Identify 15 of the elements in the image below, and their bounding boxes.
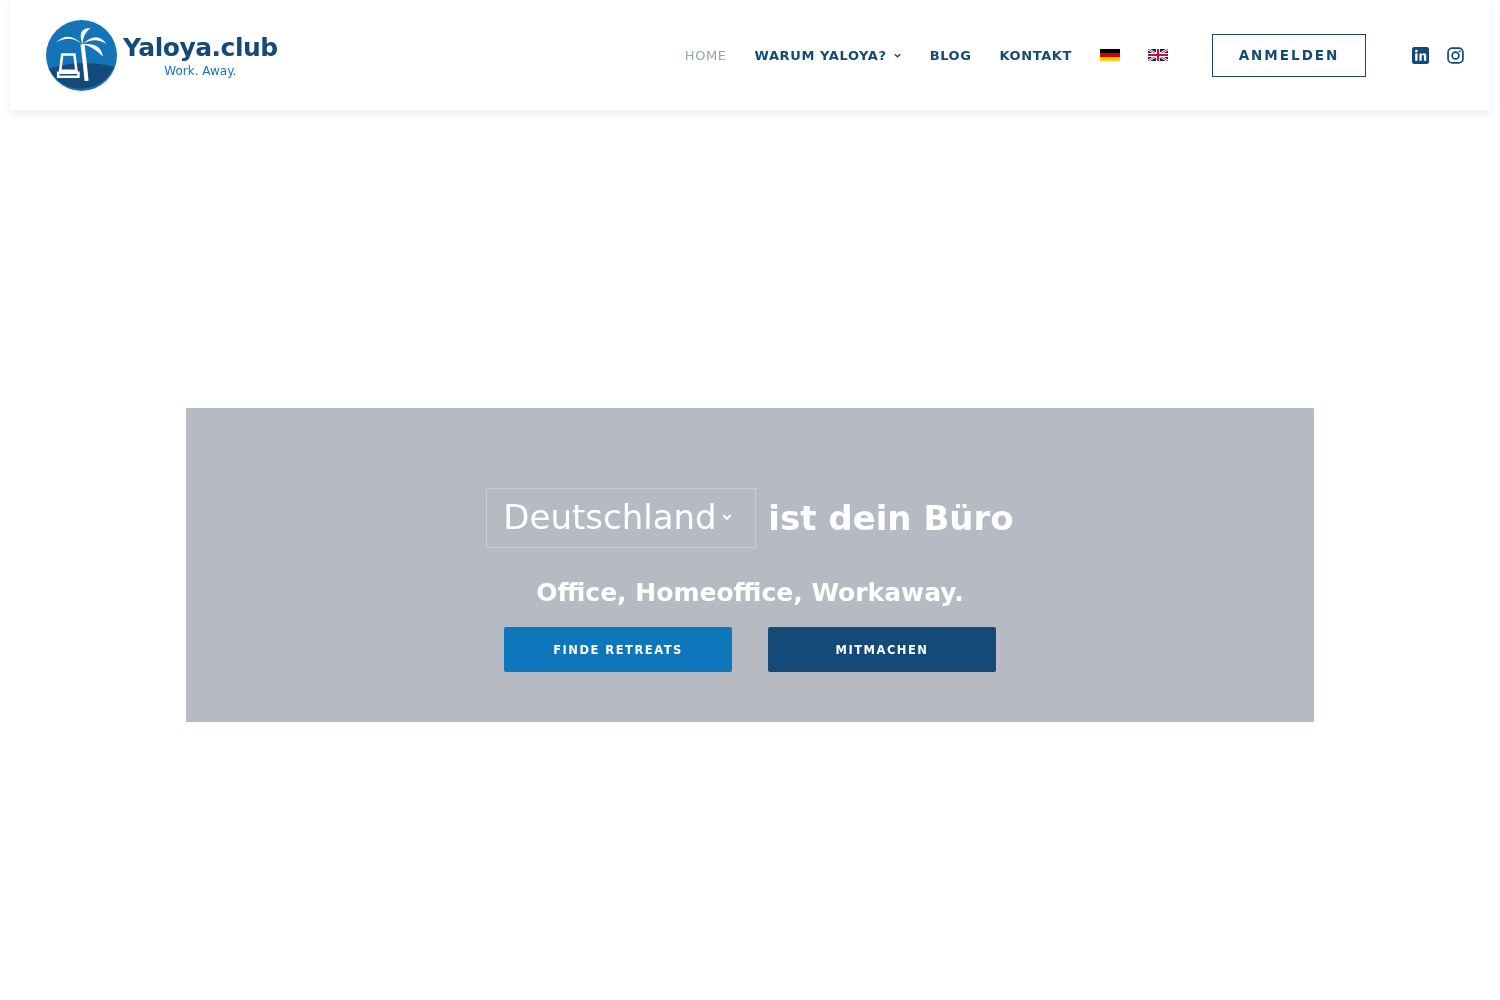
palm-tree-logo-icon[interactable]: [46, 19, 117, 91]
german-flag-icon[interactable]: [1100, 49, 1120, 61]
cta-button[interactable]: FINDE RETREATS: [504, 627, 732, 672]
brand-name: Yaloya.club: [123, 32, 278, 62]
brand-tagline: Work. Away.: [164, 63, 237, 78]
hero-subtitle: Office, Homeoffice, Workaway.: [536, 578, 964, 607]
login-button[interactable]: ANMELDEN: [1212, 33, 1366, 77]
hero-headline: ist dein Büro: [768, 498, 1014, 538]
nav-link[interactable]: WARUM YALOYA?: [754, 47, 902, 63]
nav-link[interactable]: BLOG: [929, 47, 972, 63]
british-flag-icon[interactable]: [1148, 49, 1168, 61]
nav-link[interactable]: KONTAKT: [999, 47, 1072, 63]
instagram-icon[interactable]: [1447, 46, 1464, 64]
linkedin-icon[interactable]: [1412, 46, 1429, 64]
cta-button[interactable]: MITMACHEN: [768, 627, 996, 672]
